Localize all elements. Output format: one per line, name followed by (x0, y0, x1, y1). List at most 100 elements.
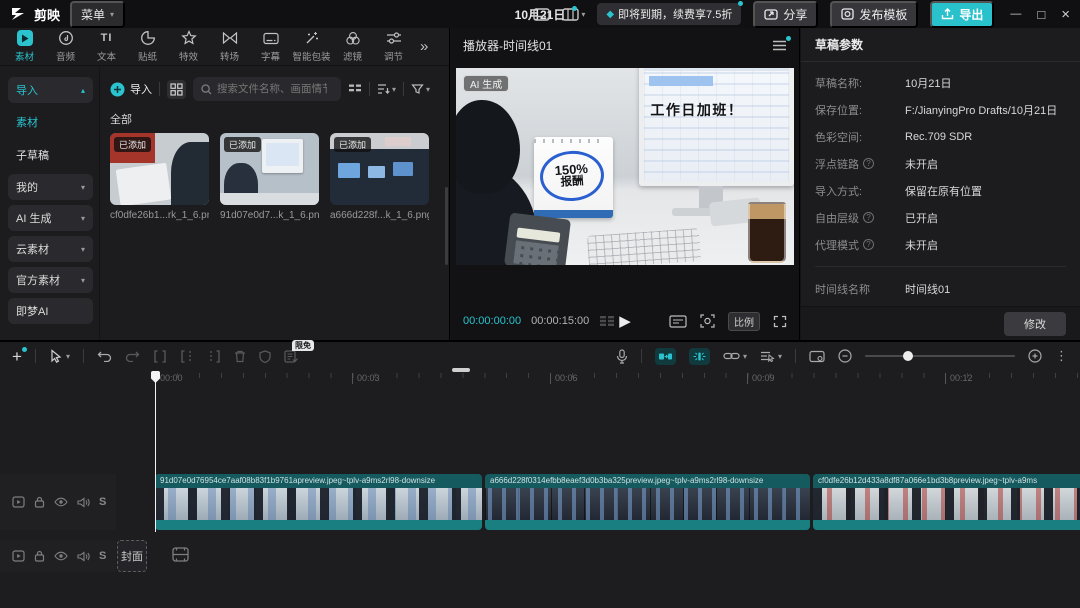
timeline-clip[interactable]: 91d07e0d76954ce7aaf08b83f1b9761apreview.… (155, 474, 482, 530)
close-button[interactable]: × (1061, 6, 1070, 23)
filter-funnel-icon[interactable]: ▾ (411, 83, 430, 95)
render-quality-icon[interactable] (669, 315, 687, 328)
undo-icon[interactable] (97, 350, 112, 362)
auto-snap-toggle[interactable] (655, 348, 676, 365)
tab-smart-pack[interactable]: 智能包装 (291, 30, 332, 63)
visibility-eye-icon[interactable] (54, 497, 68, 507)
play-button[interactable]: ▶ (619, 312, 631, 330)
preview-axis-toggle[interactable] (689, 348, 710, 365)
frame-preview-icon[interactable] (599, 315, 615, 327)
tab-audio[interactable]: 音频 (45, 30, 86, 63)
vip-renewal-banner[interactable]: ◆ 即将到期，续费享7.5折 (597, 3, 741, 25)
scrollbar[interactable] (445, 187, 448, 265)
ribbon-expand-icon[interactable]: » (420, 38, 428, 55)
tab-material[interactable]: 素材 (4, 30, 45, 63)
media-item[interactable]: 已添加 91d07e0d7...k_1_6.png (220, 133, 319, 221)
media-browser: 导入 (100, 67, 449, 340)
timeline-clip[interactable]: a666d228f0314efbb8eaef3d0b3ba325preview.… (485, 474, 810, 530)
media-thumbnail[interactable]: 已添加 (220, 133, 319, 205)
cover-button[interactable]: 封面 (117, 540, 147, 572)
info-icon[interactable]: ? (863, 158, 874, 169)
visibility-eye-icon[interactable] (54, 551, 68, 561)
media-item[interactable]: 已添加 cf0dfe26b1...rk_1_6.png (110, 133, 209, 221)
tab-effects[interactable]: 特效 (168, 30, 209, 63)
tab-filter[interactable]: 滤镜 (332, 30, 373, 63)
panel-resize-handle[interactable] (452, 368, 470, 372)
grid-view-icon[interactable] (348, 83, 362, 96)
search-box[interactable] (193, 77, 341, 101)
sidebar-item-cloud-material[interactable]: 云素材 ▾ (8, 236, 93, 262)
filter-all-label[interactable]: 全部 (110, 111, 441, 127)
timeline-panel: + ▾ (0, 340, 1080, 608)
trim-left-icon[interactable] (180, 350, 194, 363)
sort-icon[interactable]: ▾ (377, 83, 396, 95)
timeline-clip[interactable]: cf0dfe26b12d433a8df87a066e1bd3b8preview.… (813, 474, 1080, 530)
lock-icon[interactable] (34, 496, 45, 508)
timeline-ruler[interactable]: 00:00 00:03 00:06 00:09 00:12 (0, 370, 1080, 388)
mute-speaker-icon[interactable] (77, 497, 90, 508)
notification-dot (738, 1, 743, 6)
focus-frame-icon[interactable] (700, 314, 715, 328)
player-menu-icon[interactable] (772, 40, 787, 51)
more-options-icon[interactable]: ⋮ (1055, 348, 1068, 364)
sidebar-item-ai-generate[interactable]: AI 生成 ▾ (8, 205, 93, 231)
select-cursor-icon[interactable]: ▾ (49, 349, 70, 363)
lock-icon[interactable] (34, 550, 45, 562)
row-value: 保留在原有位置 (905, 183, 982, 199)
overlay-circle-annotation: 150% 报酬 (538, 149, 605, 203)
screen-mirror-icon[interactable] (809, 350, 825, 363)
caption-display-icon[interactable] (533, 8, 550, 21)
track-options-icon[interactable]: ▾ (760, 350, 782, 362)
share-button[interactable]: 分享 (753, 1, 818, 28)
info-icon[interactable]: ? (863, 239, 874, 250)
sidebar-item-subdraft[interactable]: 子草稿 (8, 141, 93, 169)
solo-toggle[interactable]: S (99, 550, 106, 562)
chevron-down-icon: ▾ (426, 85, 430, 94)
solo-toggle[interactable]: S (99, 496, 106, 508)
slider-handle[interactable] (903, 351, 913, 361)
media-thumbnail[interactable]: 已添加 (330, 133, 429, 205)
filmstrip-icon[interactable] (172, 547, 189, 562)
transcribe-icon[interactable]: 限免 (284, 350, 298, 363)
sidebar-item-material[interactable]: 素材 (8, 108, 93, 136)
tab-caption[interactable]: 字幕 (250, 30, 291, 63)
clip-footer-bar (813, 520, 1080, 530)
tab-sticker[interactable]: 贴纸 (127, 30, 168, 63)
tab-transition[interactable]: 转场 (209, 30, 250, 63)
redo-icon[interactable] (125, 350, 140, 362)
mute-speaker-icon[interactable] (77, 551, 90, 562)
delete-icon[interactable] (234, 350, 246, 363)
search-input[interactable] (217, 83, 327, 95)
modify-button[interactable]: 修改 (1004, 312, 1066, 336)
timeline-zoom-slider[interactable] (865, 350, 1015, 362)
publish-template-button[interactable]: 发布模板 (830, 1, 918, 28)
preview-video[interactable]: AI 生成 工作日加班！ 150% 报酬 (456, 68, 794, 265)
minimize-button[interactable]: — (1010, 8, 1021, 20)
tab-adjust[interactable]: 调节 (373, 30, 414, 63)
mask-shield-icon[interactable] (259, 350, 271, 363)
trim-right-icon[interactable] (207, 350, 221, 363)
thumbnail-art (220, 193, 319, 205)
fullscreen-icon[interactable] (773, 315, 787, 328)
zoom-in-icon[interactable] (1028, 349, 1042, 363)
sidebar-item-official-material[interactable]: 官方素材 ▾ (8, 267, 93, 293)
linkage-icon[interactable]: ▾ (723, 351, 747, 361)
export-button[interactable]: 导出 (930, 1, 994, 28)
sidebar-item-mine[interactable]: 我的 ▾ (8, 174, 93, 200)
ratio-button[interactable]: 比例 (728, 312, 760, 331)
tab-text[interactable]: TI 文本 (86, 30, 127, 63)
info-icon[interactable]: ? (863, 212, 874, 223)
add-track-button[interactable]: + (12, 348, 22, 365)
sidebar-item-jimeng-ai[interactable]: 即梦AI (8, 298, 93, 324)
media-thumbnail[interactable]: 已添加 (110, 133, 209, 205)
layout-switch-icon[interactable]: ▾ (562, 8, 585, 21)
sidebar-item-import[interactable]: 导入 ▴ (8, 77, 93, 103)
import-media-button[interactable]: 导入 (110, 81, 152, 97)
multi-select-icon[interactable] (167, 80, 186, 99)
zoom-out-icon[interactable] (838, 349, 852, 363)
record-voice-icon[interactable] (616, 349, 628, 364)
split-icon[interactable] (153, 350, 167, 363)
maximize-button[interactable]: □ (1037, 7, 1045, 22)
menu-button[interactable]: 菜单 ▾ (70, 1, 125, 28)
media-item[interactable]: 已添加 a666d228f...k_1_6.png (330, 133, 429, 221)
